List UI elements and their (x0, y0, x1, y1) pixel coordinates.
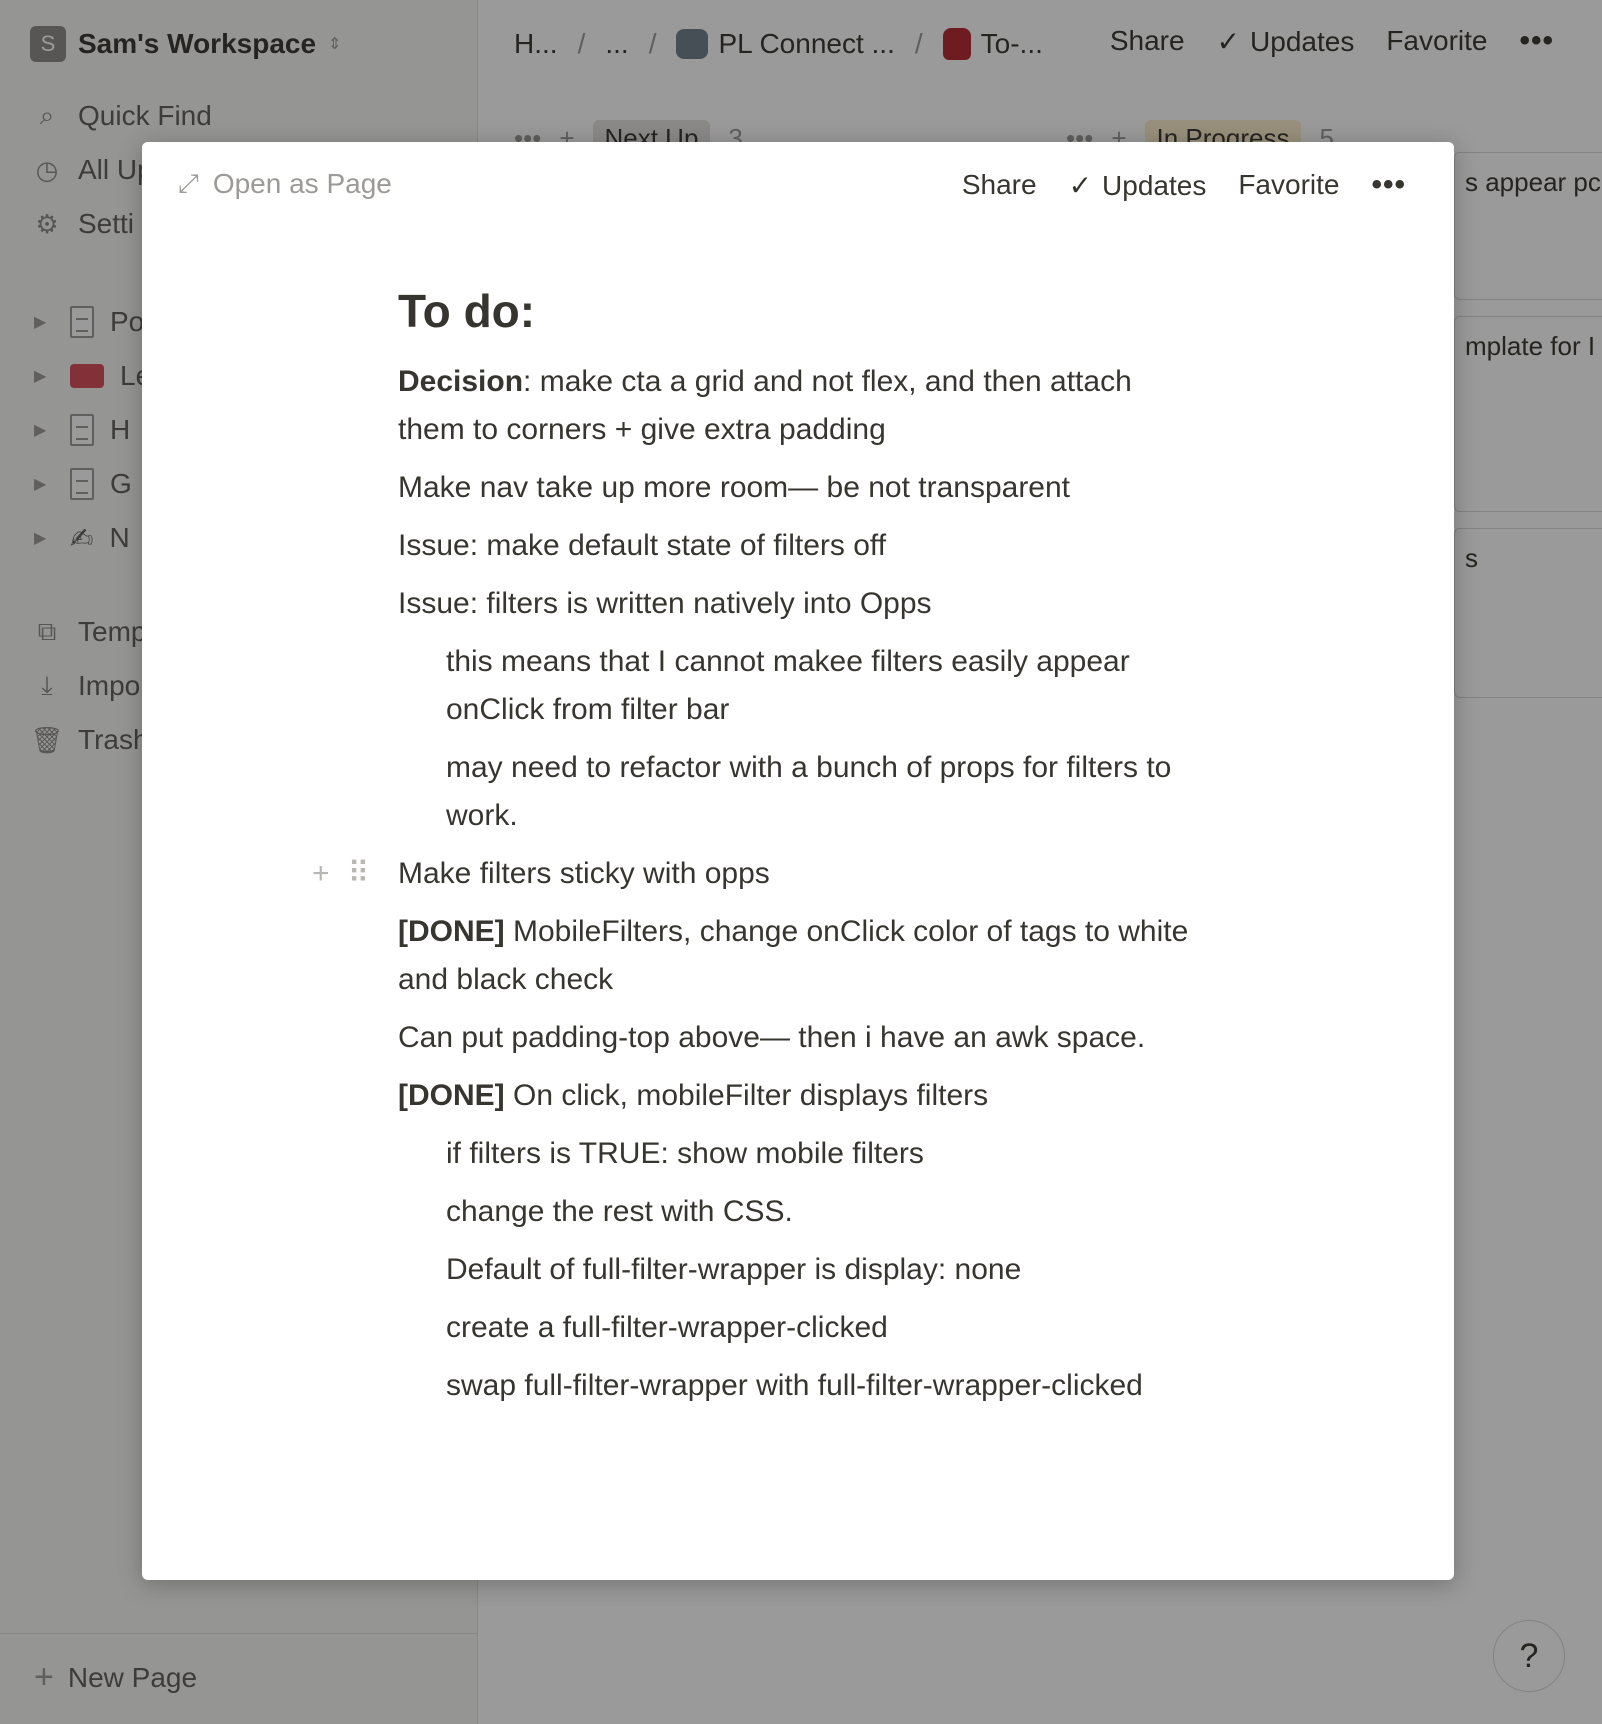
text-block[interactable]: Can put padding-top above— then i have a… (398, 1014, 1198, 1062)
block-text: change the rest with CSS. (446, 1195, 793, 1228)
text-block[interactable]: Issue: make default state of filters off (398, 522, 1198, 570)
text-block[interactable]: if filters is TRUE: show mobile filters (398, 1130, 1198, 1178)
block-text: if filters is TRUE: show mobile filters (446, 1137, 924, 1170)
section-heading[interactable]: To do: (398, 284, 1198, 348)
text-block[interactable]: Issue: filters is written natively into … (398, 580, 1198, 628)
block-text: Issue: filters is written natively into … (398, 587, 932, 620)
text-block[interactable]: Default of full-filter-wrapper is displa… (398, 1246, 1198, 1294)
text-block[interactable]: may need to refactor with a bunch of pro… (398, 744, 1198, 840)
text-block[interactable]: + ⠿ Make filters sticky with opps (312, 850, 1198, 898)
page-content: To do: Decision: make cta a grid and not… (312, 284, 1198, 1410)
block-text: may need to refactor with a bunch of pro… (446, 751, 1172, 832)
block-text: MobileFilters, change onClick color of t… (398, 915, 1189, 996)
text-block[interactable]: Decision: make cta a grid and not flex, … (398, 358, 1198, 454)
favorite-button[interactable]: Favorite (1238, 169, 1339, 201)
open-as-page-button[interactable]: ⤢ Open as Page (178, 168, 392, 200)
expand-arrow-icon: ⤢ (178, 168, 199, 198)
block-text: this means that I cannot makee filters e… (446, 645, 1130, 726)
block-text: create a full-filter-wrapper-clicked (446, 1311, 888, 1344)
text-block[interactable]: swap full-filter-wrapper with full-filte… (398, 1362, 1198, 1410)
block-text: On click, mobileFilter displays filters (504, 1079, 989, 1112)
text-block[interactable]: this means that I cannot makee filters e… (398, 638, 1198, 734)
more-icon[interactable]: ••• (1371, 168, 1406, 202)
updates-label: Updates (1102, 169, 1207, 201)
bold-text: Decision (398, 365, 524, 398)
share-button[interactable]: Share (962, 169, 1037, 201)
check-icon: ✓ (1068, 169, 1093, 201)
block-text: Can put padding-top above— then i have a… (398, 1021, 1146, 1054)
text-block[interactable]: [DONE] MobileFilters, change onClick col… (398, 908, 1198, 1004)
block-text: Default of full-filter-wrapper is displa… (446, 1253, 1022, 1286)
bold-text: [DONE] (398, 915, 505, 948)
text-blocks: Decision: make cta a grid and not flex, … (312, 358, 1198, 1410)
block-text: Make nav take up more room— be not trans… (398, 471, 1071, 504)
modal-actions: Share ✓ Updates Favorite ••• (962, 168, 1406, 202)
block-text: Make filters sticky with opps (398, 857, 770, 890)
text-block[interactable]: change the rest with CSS. (398, 1188, 1198, 1236)
open-as-page-label: Open as Page (212, 168, 392, 199)
page-peek-modal: ⤢ Open as Page Share ✓ Updates Favorite •… (142, 142, 1454, 1580)
add-block-icon[interactable]: + (312, 850, 330, 898)
bold-text: [DONE] (398, 1079, 505, 1112)
text-block[interactable]: create a full-filter-wrapper-clicked (398, 1304, 1198, 1352)
block-text: swap full-filter-wrapper with full-filte… (446, 1369, 1143, 1402)
updates-button[interactable]: ✓ Updates (1069, 169, 1207, 202)
drag-handle-icon[interactable]: ⠿ (348, 850, 370, 898)
block-handle[interactable]: + ⠿ (312, 850, 370, 898)
modal-header: ⤢ Open as Page Share ✓ Updates Favorite •… (142, 142, 1454, 230)
text-block[interactable]: [DONE] On click, mobileFilter displays f… (398, 1072, 1198, 1120)
text-block[interactable]: Make nav take up more room— be not trans… (398, 464, 1198, 512)
block-text: Issue: make default state of filters off (398, 529, 887, 562)
